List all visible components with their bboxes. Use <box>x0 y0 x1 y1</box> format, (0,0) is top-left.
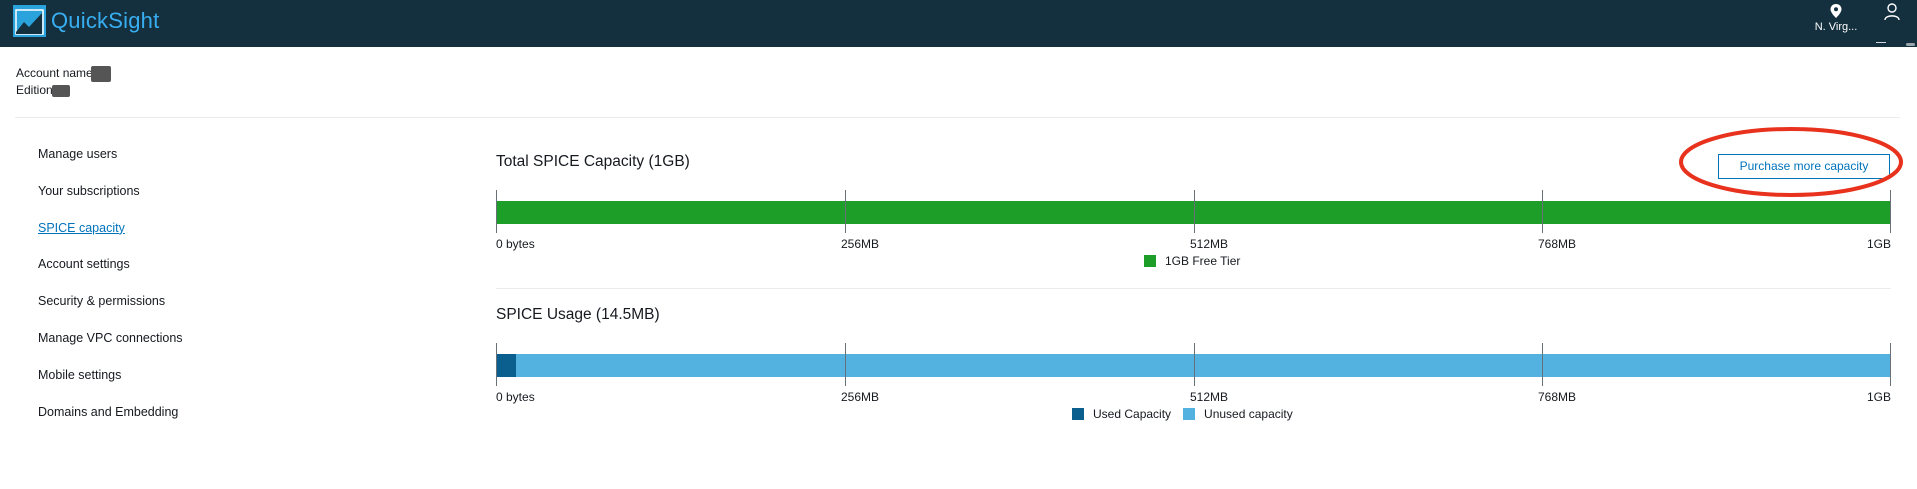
sidebar-item-manage-users[interactable]: Manage users <box>38 145 288 182</box>
divider <box>15 117 1900 118</box>
tick-label: 0 bytes <box>496 390 535 404</box>
sidebar-item-domains-embedding[interactable]: Domains and Embedding <box>38 403 288 440</box>
sidebar-item-security-permissions[interactable]: Security & permissions <box>38 292 288 329</box>
tick-label: 0 bytes <box>496 237 535 251</box>
edition-label: Edition <box>16 83 53 97</box>
sidebar-item-account-settings[interactable]: Account settings <box>38 255 288 292</box>
settings-sidebar: Manage users Your subscriptions SPICE ca… <box>38 145 288 439</box>
usage-title: SPICE Usage (14.5MB) <box>496 306 660 323</box>
top-navigation-bar: QuickSight N. Virg... <box>0 0 1917 47</box>
legend-swatch <box>1183 408 1196 420</box>
axis-tick <box>845 190 846 233</box>
location-pin-icon <box>1830 4 1842 18</box>
tick-label: 256MB <box>841 237 880 251</box>
legend-swatch <box>1144 255 1156 267</box>
sidebar-item-spice-capacity[interactable]: SPICE capacity <box>38 219 288 256</box>
legend-swatch <box>1072 408 1084 420</box>
user-icon <box>1884 3 1900 21</box>
tick-label: 768MB <box>1538 237 1577 251</box>
total-capacity-legend: 1GB Free Tier <box>1144 254 1252 268</box>
legend-item: 1GB Free Tier <box>1144 254 1240 268</box>
user-menu-indicator <box>1876 42 1886 43</box>
legend-label: Unused capacity <box>1204 407 1293 421</box>
redacted-account-name <box>90 65 111 82</box>
account-info: Account name Edition <box>16 65 111 99</box>
divider <box>496 288 1891 289</box>
quicksight-logo-icon[interactable] <box>13 5 46 37</box>
axis-tick <box>1890 190 1891 233</box>
user-menu-button[interactable] <box>1874 3 1910 43</box>
region-label: N. Virg... <box>1814 21 1858 33</box>
region-selector[interactable]: N. Virg... <box>1808 4 1864 42</box>
legend-item: Unused capacity <box>1183 407 1293 421</box>
axis-tick <box>496 190 497 233</box>
axis-tick <box>496 343 497 386</box>
tick-label: 256MB <box>841 390 880 404</box>
legend-item: Used Capacity <box>1072 407 1171 421</box>
tick-label: 768MB <box>1538 390 1577 404</box>
total-capacity-title: Total SPICE Capacity (1GB) <box>496 153 690 170</box>
tick-label: 512MB <box>1190 390 1229 404</box>
redacted-edition <box>51 84 70 97</box>
axis-tick <box>845 343 846 386</box>
scrollbar-thumb[interactable] <box>1906 43 1915 46</box>
legend-label: Used Capacity <box>1093 407 1172 421</box>
axis-tick <box>1542 343 1543 386</box>
tick-label: 1GB <box>1866 390 1891 404</box>
sidebar-item-your-subscriptions[interactable]: Your subscriptions <box>38 182 288 219</box>
sidebar-item-manage-vpc-connections[interactable]: Manage VPC connections <box>38 329 288 366</box>
bar-segment-used-capacity[interactable] <box>496 354 516 377</box>
purchase-more-capacity-button[interactable]: Purchase more capacity <box>1718 154 1890 179</box>
legend-label: 1GB Free Tier <box>1165 254 1241 268</box>
usage-legend: Used Capacity Unused capacity <box>1072 407 1305 421</box>
app-name[interactable]: QuickSight <box>51 8 159 34</box>
bar-segment-unused-capacity[interactable] <box>515 354 1891 377</box>
tick-label: 1GB <box>1866 237 1891 251</box>
tick-label: 512MB <box>1190 237 1229 251</box>
axis-tick <box>1542 190 1543 233</box>
axis-tick <box>1890 343 1891 386</box>
axis-tick <box>1194 190 1195 233</box>
account-name-label: Account name <box>16 66 93 80</box>
sidebar-item-mobile-settings[interactable]: Mobile settings <box>38 366 288 403</box>
axis-tick <box>1194 343 1195 386</box>
